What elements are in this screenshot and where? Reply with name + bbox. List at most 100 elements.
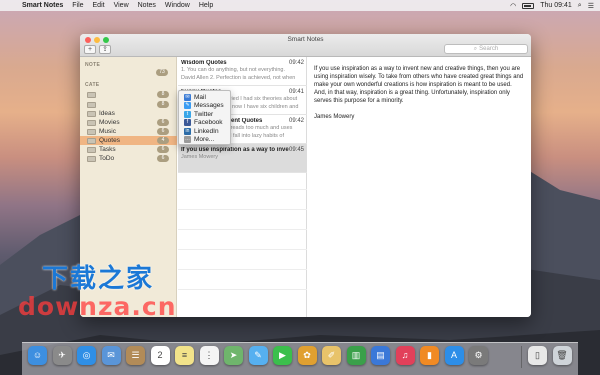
share-twitter-item[interactable]: t Twitter [179, 110, 230, 119]
battery-icon[interactable] [522, 2, 535, 9]
notes-app-icon[interactable]: ≡ [175, 346, 194, 365]
search-placeholder: Search [479, 46, 499, 52]
folder-count: 8 [157, 101, 169, 108]
sidebar-folder-1[interactable]: 8 [80, 90, 177, 99]
folder-count: 6 [157, 155, 169, 162]
launchpad-icon[interactable]: ✈ [52, 346, 72, 365]
linkedin-icon: in [184, 127, 191, 135]
folder-icon [87, 101, 96, 108]
system-preferences-icon[interactable]: ⚙ [469, 346, 488, 365]
maps-icon[interactable]: ➤ [224, 346, 243, 365]
note-item-wisdom-quotes[interactable]: Wisdom Quotes 09:42 1. You can do anythi… [178, 57, 307, 86]
numbers-icon[interactable]: ▥ [346, 346, 366, 365]
more-icon: … [184, 136, 191, 144]
sidebar-folder-tasks[interactable]: Tasks 6 [80, 145, 177, 154]
share-linkedin-item[interactable]: in LinkedIn [179, 127, 230, 136]
twitter-icon: t [184, 110, 191, 118]
folder-count: 6 [157, 128, 169, 135]
zoom-window-button[interactable] [103, 37, 109, 43]
note-item-inspiration[interactable]: If you use inspiration as a way to inven… [178, 144, 307, 173]
title-bar: Smart Notes + ⇪ ⌕ Search [80, 34, 531, 57]
spotlight-icon[interactable]: ⌕ [578, 2, 582, 10]
share-item-label: Messages [194, 102, 224, 110]
sidebar-folder-music[interactable]: Music 6 [80, 127, 177, 136]
keynote-icon[interactable]: ▤ [371, 346, 390, 365]
note-time: 09:41 [288, 89, 304, 95]
search-icon: ⌕ [473, 45, 478, 52]
note-preview-line: 1. You can do anything, but not everythi… [181, 67, 285, 73]
itunes-icon[interactable]: ♫ [395, 346, 415, 365]
notes-section-label: NOTE [85, 62, 101, 68]
folder-icon [87, 91, 96, 98]
note-time: 09:45 [288, 147, 304, 153]
folder-count: 4 [157, 137, 169, 144]
folder-count: 6 [157, 119, 169, 126]
list-divider [178, 229, 307, 230]
notification-center-icon[interactable]: ☰ [588, 2, 594, 10]
photos-icon[interactable]: ✿ [297, 346, 317, 365]
folder-icon [87, 128, 96, 135]
note-preview-line: David Allen 2. Perfection is achieved, n… [181, 75, 296, 81]
list-divider [178, 289, 307, 290]
reminders-icon[interactable]: ⋮ [199, 346, 219, 365]
share-item-label: LinkedIn [194, 127, 219, 135]
menu-help[interactable]: Help [199, 2, 213, 9]
share-item-label: Mail [194, 93, 206, 101]
menu-clock[interactable]: Thu 09:41 [540, 2, 572, 9]
share-mail-item[interactable]: ✉ Mail [179, 93, 230, 102]
mail-app-icon[interactable]: ✉ [101, 346, 121, 365]
folder-label: Music [99, 128, 116, 135]
note-time: 09:42 [288, 60, 304, 66]
share-facebook-item[interactable]: f Facebook [179, 119, 230, 128]
sidebar-folder-movies[interactable]: Movies 6 [80, 118, 177, 127]
categories-section-label: CATE [85, 82, 100, 88]
ibooks-icon[interactable]: ▮ [420, 346, 439, 365]
menu-edit[interactable]: Edit [93, 2, 105, 9]
note-body[interactable]: If you use inspiration as a way to inven… [314, 65, 525, 105]
search-field[interactable]: ⌕ Search [444, 44, 528, 54]
share-item-label: Facebook [194, 119, 223, 127]
document-icon[interactable]: ▯ [528, 346, 547, 365]
folder-label: ToDo [99, 155, 115, 162]
app-store-icon[interactable]: A [444, 346, 464, 365]
smart-notes-icon[interactable]: ✐ [322, 346, 341, 365]
share-more-item[interactable]: … More... [179, 136, 230, 145]
menu-notes[interactable]: Notes [138, 2, 156, 9]
sidebar-folder-todo[interactable]: ToDo 6 [80, 154, 177, 163]
minimize-window-button[interactable] [94, 37, 100, 43]
sidebar-folder-2[interactable]: 8 [80, 100, 177, 109]
list-divider [178, 209, 307, 210]
folder-count: 6 [157, 146, 169, 153]
contacts-icon[interactable]: ☰ [126, 346, 145, 365]
dock-separator [521, 346, 522, 368]
sidebar-folder-quotes[interactable]: Quotes 4 [80, 136, 177, 145]
facetime-icon[interactable]: ▶ [273, 346, 292, 365]
share-icon: ⇪ [102, 46, 108, 53]
note-editor[interactable]: If you use inspiration as a way to inven… [308, 57, 531, 317]
share-item-label: More... [194, 136, 215, 144]
add-note-button[interactable]: + [84, 45, 96, 54]
note-author[interactable]: James Mowery [314, 113, 525, 121]
menu-view[interactable]: View [114, 2, 129, 9]
finder-icon[interactable]: ☺ [28, 346, 47, 365]
calendar-icon[interactable]: 2 [150, 346, 170, 365]
trash-icon[interactable]: 🗑 [552, 346, 572, 365]
note-time: 09:42 [288, 118, 304, 124]
wifi-icon[interactable]: ◠ [510, 2, 516, 10]
safari-icon[interactable]: ◎ [77, 346, 96, 365]
menu-window[interactable]: Window [165, 2, 190, 9]
messages-app-icon[interactable]: ✎ [248, 346, 268, 365]
menu-app-name[interactable]: Smart Notes [22, 2, 63, 9]
folder-icon [87, 146, 96, 153]
close-window-button[interactable] [85, 37, 91, 43]
share-messages-item[interactable]: ✎ Messages [179, 102, 230, 111]
menu-file[interactable]: File [72, 2, 83, 9]
sidebar-folder-ideas[interactable]: Ideas [80, 109, 177, 118]
notes-count-badge: 73 [156, 69, 168, 76]
list-divider [178, 269, 307, 270]
mail-icon: ✉ [184, 93, 191, 101]
facebook-icon: f [184, 119, 191, 127]
folder-label: Tasks [99, 146, 116, 153]
share-button[interactable]: ⇪ [99, 45, 111, 54]
list-divider [178, 249, 307, 250]
